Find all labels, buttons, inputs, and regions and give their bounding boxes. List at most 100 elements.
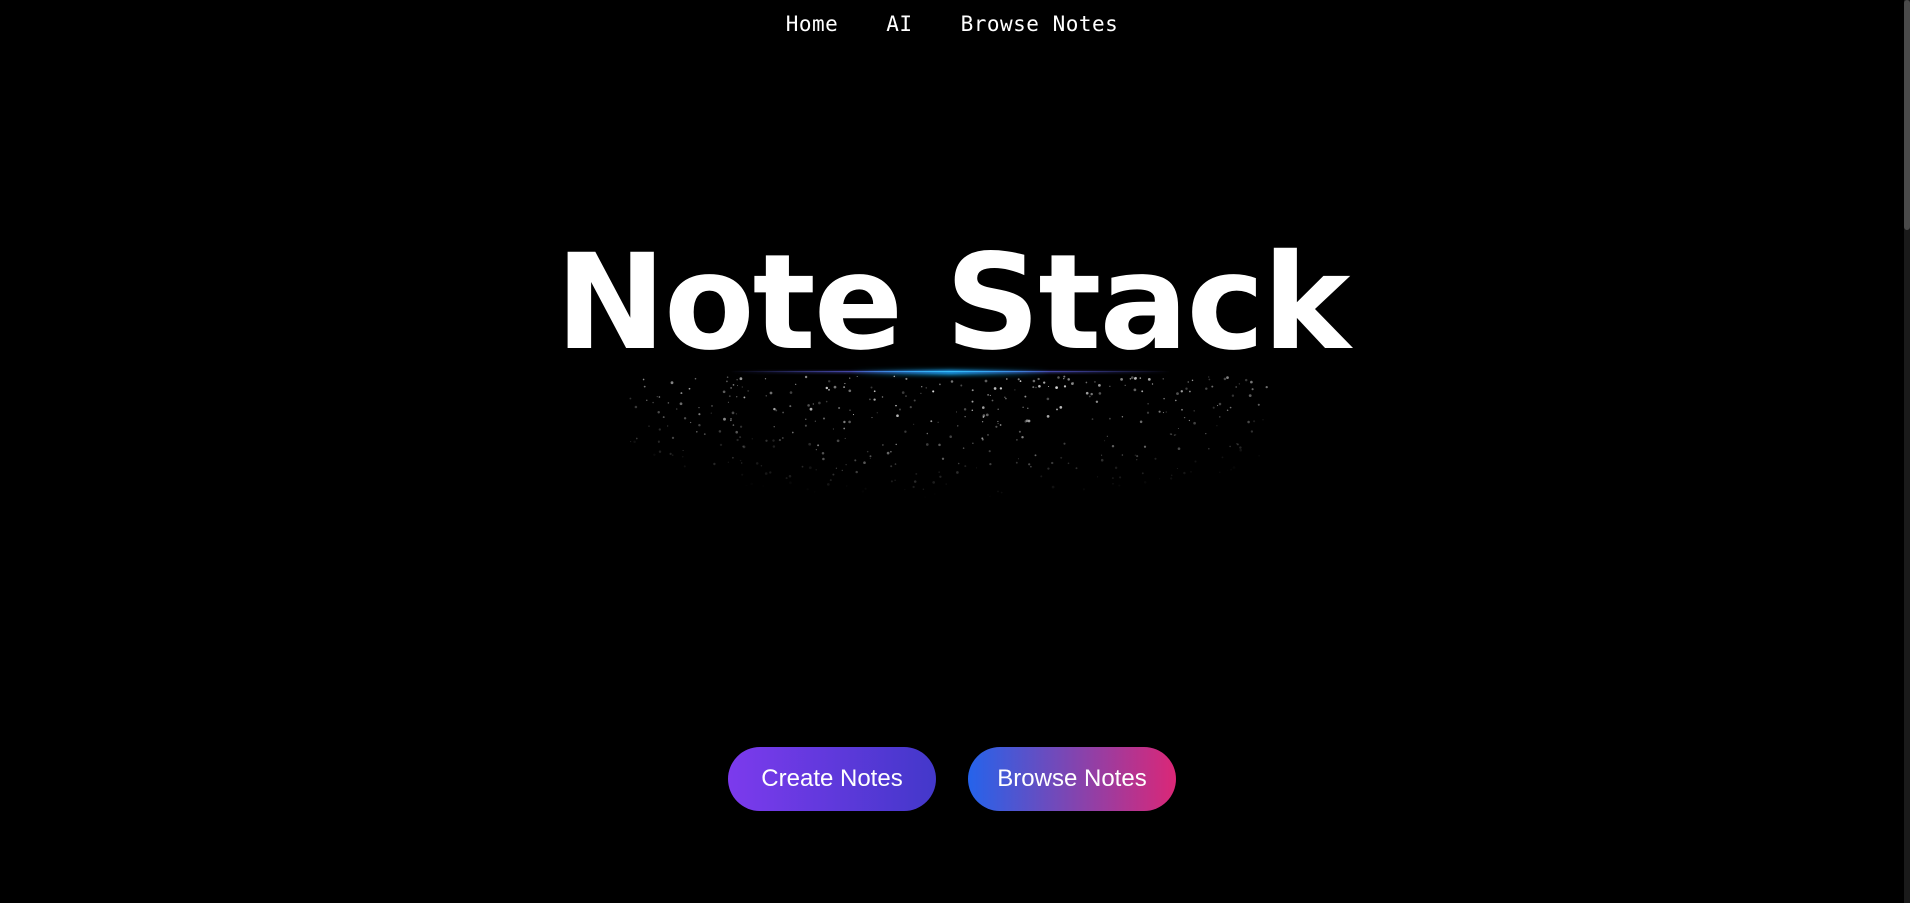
sparkle-dot bbox=[1158, 529, 1161, 532]
nav-item-ai[interactable]: AI bbox=[886, 12, 912, 36]
sparkle-dot bbox=[1208, 376, 1210, 378]
sparkle-dot bbox=[993, 387, 997, 390]
sparkle-dot bbox=[1055, 386, 1058, 389]
sparkle-dot bbox=[873, 398, 876, 401]
sparkle-dot bbox=[694, 533, 696, 535]
sparkle-dot bbox=[932, 390, 935, 393]
sparkle-dot bbox=[901, 505, 903, 507]
sparkle-dot bbox=[932, 481, 936, 484]
sparkle-dot bbox=[1180, 390, 1183, 393]
create-notes-button[interactable]: Create Notes bbox=[728, 747, 936, 811]
sparkle-dot bbox=[1075, 467, 1078, 470]
sparkle-dot bbox=[822, 417, 826, 420]
sparkle-dot bbox=[765, 439, 768, 442]
sparkle-dot bbox=[1170, 433, 1173, 436]
sparkle-dot bbox=[726, 376, 729, 378]
sparkle-dot bbox=[805, 418, 807, 420]
sparkle-dot bbox=[657, 440, 660, 443]
sparkle-dot bbox=[682, 449, 684, 452]
sparkle-dot bbox=[732, 456, 734, 459]
sparkle-dot bbox=[1060, 456, 1063, 459]
sparkle-dot bbox=[1014, 389, 1016, 391]
sparkle-dot bbox=[1251, 502, 1253, 504]
sparkle-dot bbox=[861, 490, 864, 493]
sparkle-dot bbox=[876, 516, 878, 519]
sparkle-dot bbox=[804, 375, 808, 379]
sparkle-dot bbox=[997, 490, 999, 493]
sparkle-dot bbox=[1104, 440, 1106, 442]
sparkle-dot bbox=[818, 401, 821, 405]
sparkle-dot bbox=[671, 436, 675, 440]
sparkle-dot bbox=[828, 388, 830, 391]
sparkle-dot bbox=[802, 495, 804, 497]
vertical-scrollbar[interactable] bbox=[1904, 0, 1910, 903]
sparkle-dot bbox=[648, 425, 650, 427]
sparkle-dot bbox=[870, 386, 873, 389]
scrollbar-thumb[interactable] bbox=[1904, 0, 1910, 230]
sparkle-dot bbox=[1017, 378, 1020, 381]
sparkle-dot bbox=[653, 453, 656, 456]
sparkle-dot bbox=[1134, 454, 1137, 457]
sparkle-dot bbox=[815, 449, 817, 451]
sparkle-dot bbox=[1027, 419, 1031, 423]
sparkle-dot bbox=[1114, 466, 1118, 470]
sparkle-dot bbox=[827, 380, 831, 383]
sparkle-dot bbox=[732, 384, 735, 386]
sparkle-dot bbox=[1024, 395, 1027, 398]
sparkle-dot bbox=[662, 416, 665, 419]
sparkle-dot bbox=[1060, 530, 1064, 533]
sparkle-dot bbox=[1208, 447, 1210, 450]
sparkle-dot bbox=[912, 485, 915, 489]
sparkle-dot bbox=[894, 463, 897, 465]
sparkle-dot bbox=[1185, 387, 1188, 390]
sparkle-dot bbox=[929, 507, 932, 509]
sparkle-dot bbox=[809, 407, 813, 411]
sparkle-dot bbox=[1145, 520, 1148, 523]
sparkle-dot bbox=[1117, 526, 1119, 529]
sparkle-dot bbox=[1111, 444, 1115, 448]
sparkle-dot bbox=[747, 389, 750, 392]
sparkle-dot bbox=[956, 471, 959, 474]
sparkle-dot bbox=[1218, 402, 1222, 406]
sparkle-dot bbox=[807, 404, 810, 407]
sparkle-dot bbox=[1190, 471, 1192, 473]
sparkle-dot bbox=[1046, 397, 1050, 401]
nav-item-browse-notes[interactable]: Browse Notes bbox=[961, 12, 1119, 36]
sparkle-dot bbox=[789, 481, 792, 485]
sparkle-dot bbox=[1032, 379, 1036, 383]
sparkle-dot bbox=[1101, 454, 1103, 456]
sparkle-dot bbox=[804, 424, 807, 427]
sparkle-dot bbox=[741, 489, 744, 492]
nav-item-home[interactable]: Home bbox=[786, 12, 839, 36]
sparkle-dot bbox=[1056, 408, 1058, 411]
sparkle-dot bbox=[741, 386, 743, 388]
sparkle-dot bbox=[1165, 411, 1167, 413]
sparkle-dot bbox=[808, 442, 812, 446]
sparkle-dot bbox=[934, 493, 936, 495]
sparkle-dot bbox=[1212, 406, 1215, 409]
sparkle-dot bbox=[1219, 471, 1221, 474]
sparkle-dot bbox=[678, 488, 680, 490]
sparkle-dot bbox=[813, 491, 816, 493]
sparkle-dot bbox=[741, 473, 744, 476]
sparkle-dot bbox=[849, 409, 851, 411]
sparkle-dot bbox=[1231, 394, 1235, 397]
sparkle-dot bbox=[1163, 397, 1165, 400]
sparkle-dot bbox=[890, 450, 892, 453]
sparkle-dot bbox=[1111, 477, 1114, 480]
sparkle-dot bbox=[1229, 445, 1231, 448]
sparkle-dot bbox=[1091, 418, 1094, 420]
sparkle-dot bbox=[773, 407, 776, 411]
sparkle-dot bbox=[833, 385, 837, 389]
sparkle-dot bbox=[1262, 419, 1264, 421]
sparkle-dot bbox=[834, 532, 837, 535]
sparkle-dot bbox=[760, 464, 763, 467]
sparkle-dot bbox=[1018, 430, 1021, 433]
sparkle-dot bbox=[1258, 455, 1260, 457]
sparkle-dot bbox=[1071, 530, 1075, 533]
sparkle-dot bbox=[1095, 400, 1099, 404]
browse-notes-button[interactable]: Browse Notes bbox=[968, 747, 1176, 811]
sparkle-dot bbox=[1071, 382, 1074, 385]
sparkle-dot bbox=[984, 510, 987, 513]
sparkle-dot bbox=[981, 438, 984, 441]
